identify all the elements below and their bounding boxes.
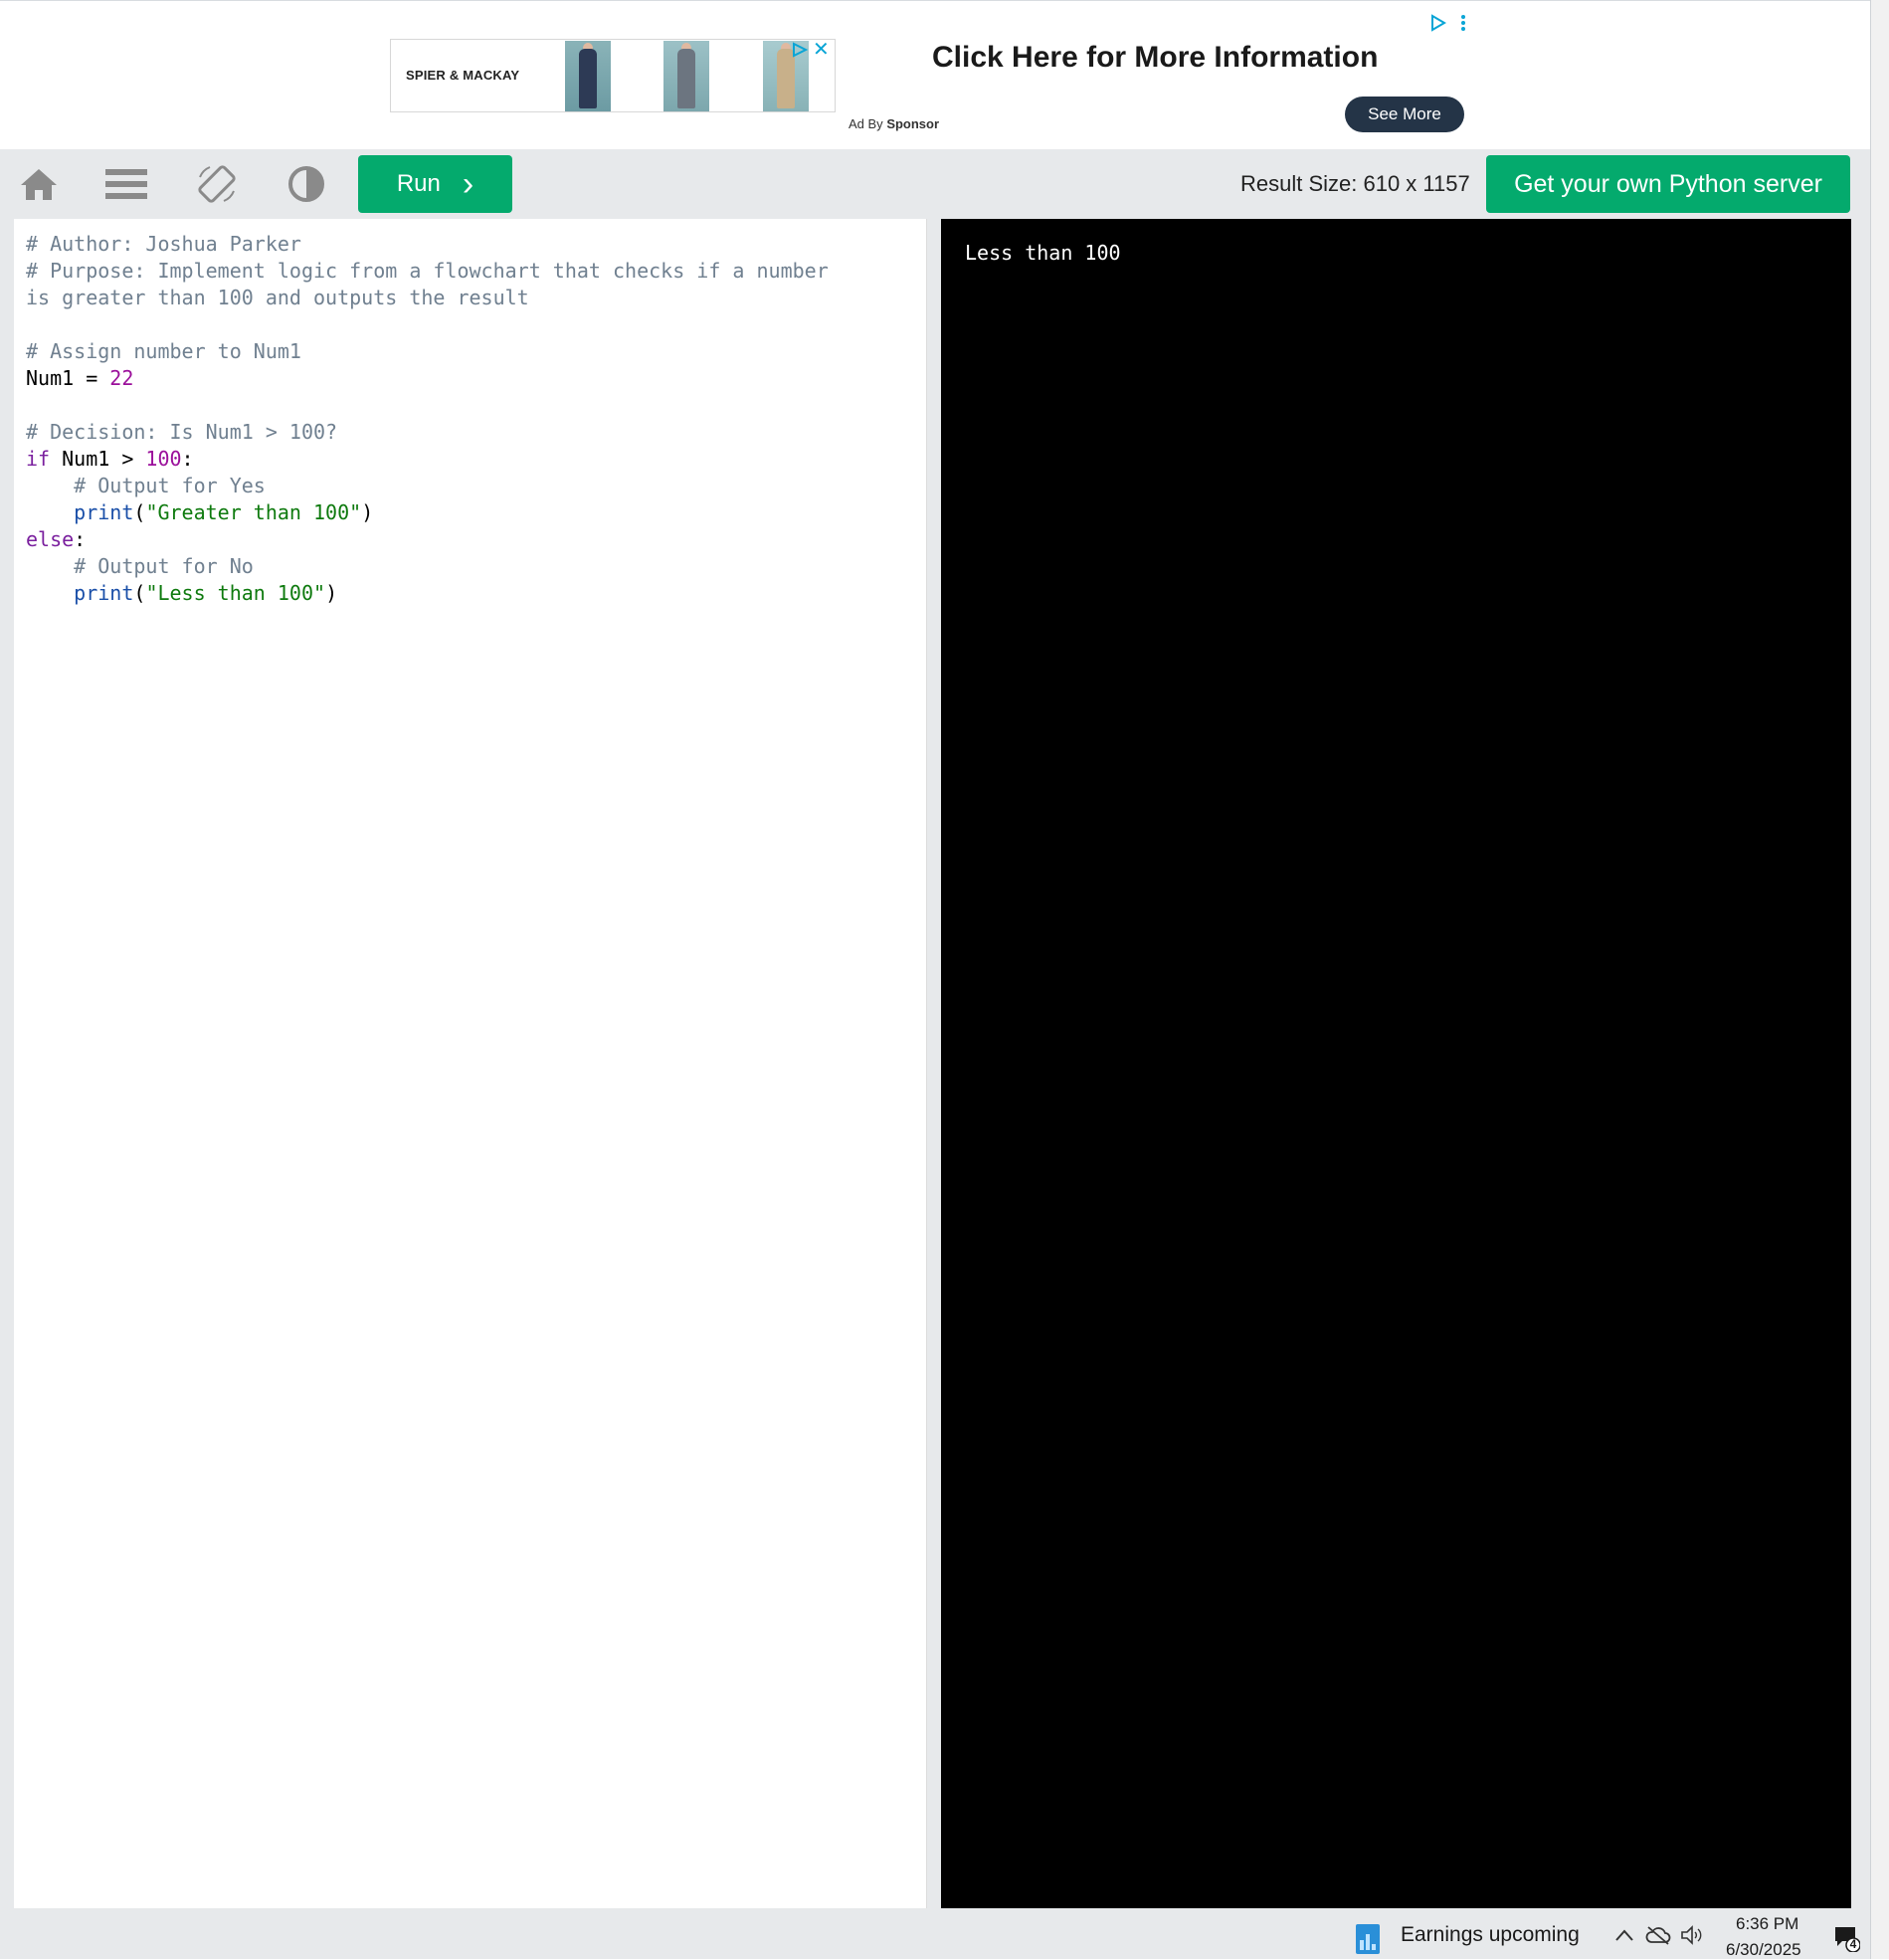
output-panel[interactable]: Less than 100 (941, 219, 1851, 1908)
code-token: 100 (145, 447, 182, 471)
ad-product-photo[interactable] (565, 41, 611, 111)
code-line[interactable]: Num1 = 22 (26, 365, 914, 392)
code-line[interactable]: ​ (26, 392, 914, 419)
notification-center-icon[interactable]: 4 (1832, 1924, 1861, 1953)
menu-icon[interactable] (105, 163, 147, 205)
code-line[interactable]: print("Greater than 100") (26, 499, 914, 526)
adchoices-icon[interactable] (791, 42, 809, 58)
cloud-offline-icon[interactable] (1645, 1922, 1671, 1948)
code-line[interactable]: is greater than 100 and outputs the resu… (26, 285, 914, 311)
left-gutter (0, 219, 14, 1910)
code-token: 22 (109, 366, 134, 390)
code-token: print (74, 500, 134, 524)
code-token: : (181, 447, 194, 471)
code-line[interactable]: # Output for No (26, 553, 914, 580)
code-token: ( (133, 581, 146, 605)
ad-product-photo[interactable] (663, 41, 709, 111)
home-icon[interactable] (18, 163, 60, 205)
ad-banner[interactable]: SPIER & MACKAY ✕ Click Here for More Inf… (0, 0, 1870, 150)
run-button[interactable]: Run › (358, 155, 512, 213)
editor-toolbar: Run › Result Size: 610 x 1157 Get your o… (0, 149, 1870, 219)
ad-card[interactable]: SPIER & MACKAY ✕ (390, 39, 836, 112)
code-token: ) (325, 581, 338, 605)
ad-by-label: Ad By (849, 116, 883, 131)
ad-headline[interactable]: Click Here for More Information (932, 41, 1378, 75)
right-gutter (1851, 149, 1870, 1910)
code-line[interactable]: # Purpose: Implement logic from a flowch… (26, 258, 914, 285)
ad-attribution: Ad By Sponsor (849, 116, 939, 131)
page-scrollbar[interactable] (1870, 0, 1889, 1959)
get-python-server-button[interactable]: Get your own Python server (1486, 155, 1850, 213)
chevron-up-icon[interactable] (1611, 1922, 1637, 1948)
contrast-icon[interactable] (285, 163, 327, 205)
code-token: : (74, 527, 87, 551)
ad-options-icon[interactable] (1430, 13, 1470, 33)
code-editor[interactable]: # Author: Joshua Parker # Purpose: Imple… (14, 219, 927, 1908)
result-size-label: Result Size: 610 x 1157 (1240, 171, 1470, 196)
code-token: else (26, 527, 75, 551)
code-line[interactable]: # Decision: Is Num1 > 100? (26, 419, 914, 446)
ad-close-icon[interactable]: ✕ (813, 40, 830, 60)
taskbar: Earnings upcoming 6:36 PM 6/30/2025 4 (1348, 1908, 1870, 1959)
panel-divider-handle[interactable] (927, 219, 941, 1910)
taskbar-widget-text[interactable]: Earnings upcoming (1401, 1923, 1580, 1947)
code-token: print (74, 581, 134, 605)
output-line: Less than 100 (965, 241, 1121, 265)
code-line[interactable]: # Output for Yes (26, 473, 914, 499)
code-token: ) (361, 500, 374, 524)
code-token: if (26, 447, 51, 471)
rotate-icon[interactable] (196, 163, 238, 205)
ad-see-more-button[interactable]: See More (1345, 97, 1464, 132)
code-token: ( (133, 500, 146, 524)
ad-brand-logo: SPIER & MACKAY (406, 68, 520, 83)
code-line[interactable]: else: (26, 526, 914, 553)
code-token: "Less than 100" (145, 581, 326, 605)
code-line[interactable]: ​ (26, 311, 914, 338)
stock-chart-icon[interactable] (1354, 1920, 1384, 1956)
run-label: Run (396, 170, 441, 197)
code-line[interactable]: # Assign number to Num1 (26, 338, 914, 365)
code-line[interactable]: print("Less than 100") (26, 580, 914, 607)
notification-count-badge: 4 (1849, 1937, 1857, 1951)
chevron-right-icon: › (462, 165, 474, 203)
clock-date[interactable]: 6/30/2025 (1726, 1940, 1801, 1960)
code-token: Num1 = (26, 366, 110, 390)
code-token: Num1 > (50, 447, 146, 471)
code-token: "Greater than 100" (145, 500, 362, 524)
clock-time[interactable]: 6:36 PM (1736, 1914, 1798, 1934)
volume-icon[interactable] (1679, 1922, 1705, 1948)
code-line[interactable]: if Num1 > 100: (26, 446, 914, 473)
ad-sponsor-label: Sponsor (886, 116, 940, 131)
code-line[interactable]: # Author: Joshua Parker (26, 231, 914, 258)
